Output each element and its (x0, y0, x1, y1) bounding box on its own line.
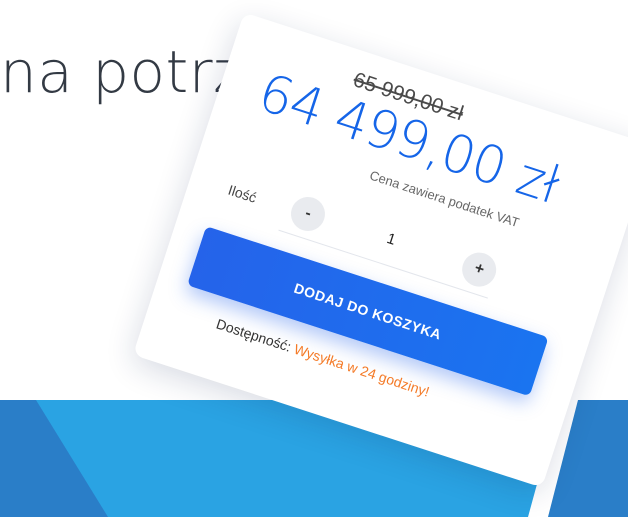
quantity-value[interactable]: 1 (360, 222, 422, 257)
decrease-quantity-button[interactable]: - (286, 192, 330, 236)
availability-label: Dostępność: (214, 315, 294, 355)
quantity-label: Ilość (226, 181, 259, 206)
increase-quantity-button[interactable]: + (457, 248, 501, 292)
